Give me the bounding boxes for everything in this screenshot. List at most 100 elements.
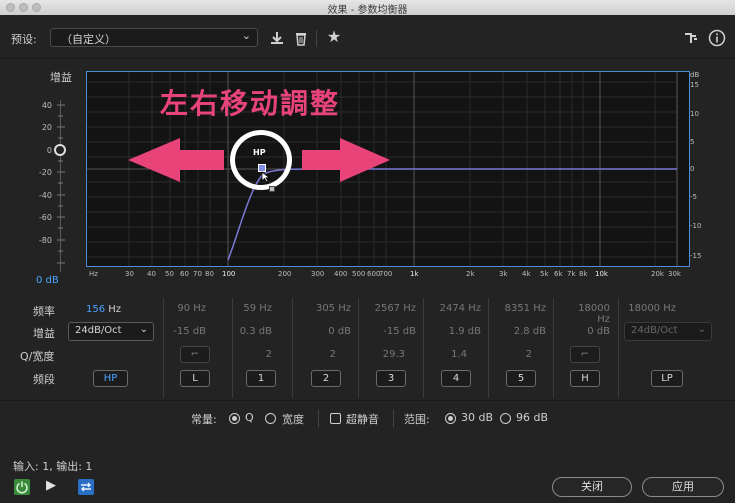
band-5-q[interactable]: 2 [486,349,532,360]
band-button-1[interactable]: 1 [246,370,276,387]
band-5-gain[interactable]: 2.8 dB [500,326,546,337]
range-30-radio[interactable] [445,413,456,424]
band-2-gain[interactable]: 0 dB [305,326,351,337]
trash-icon[interactable] [292,30,310,50]
band-5-freq[interactable]: 8351 Hz [500,303,546,314]
width-radio[interactable] [265,413,276,424]
band-3-q[interactable]: 29.3 [359,349,405,360]
band-4-gain[interactable]: 1.9 dB [435,326,481,337]
freq-tick: 3k [499,270,508,278]
hp-slope-dropdown[interactable]: 24dB/Oct ⌄ [68,322,154,341]
mouse-cursor-icon [261,171,271,183]
io-status: 输入: 1, 输出: 1 [13,460,93,473]
star-icon[interactable]: ★ [325,29,343,45]
freq-tick: 50 [165,270,174,278]
band-2-freq[interactable]: 305 Hz [305,303,351,314]
band-4-q[interactable]: 1.4 [421,349,467,360]
band-button-l[interactable]: L [180,370,210,387]
q-radio[interactable] [229,413,240,424]
loop-icon[interactable] [78,479,94,495]
band-row-label: 频段 [33,373,55,386]
chevron-down-icon: ⌄ [139,324,148,335]
band-1-q[interactable]: 2 [226,349,272,360]
power-icon[interactable] [14,479,30,495]
low-shelf-icon[interactable]: ⌐ [180,346,210,363]
hp-freq-unit: Hz [108,304,122,315]
freq-tick: 30 [125,270,134,278]
toolbar-bottom-divider [0,58,735,59]
freq-tick: 60 [180,270,189,278]
freq-tick: 8k [579,270,588,278]
lp-slope-dropdown[interactable]: 24dB/Oct ⌄ [624,322,712,341]
band-h-freq[interactable]: 18000 Hz [564,303,610,325]
gain-slider-knob[interactable] [54,144,66,156]
save-preset-icon[interactable] [268,30,286,50]
chevron-down-icon: ⌄ [241,29,251,42]
high-shelf-icon[interactable]: ⌐ [570,346,600,363]
freq-tick: 70 [193,270,202,278]
gain-tick: 0 [46,146,52,155]
range-30-label: 30 dB [461,411,494,424]
db-tick: 15 [690,81,699,89]
band-button-h[interactable]: H [570,370,600,387]
freq-tick: 20k [651,270,664,278]
band-button-hp[interactable]: HP [93,370,128,387]
preset-dropdown[interactable]: （自定义） ⌄ [50,28,258,47]
freq-tick: 2k [466,270,475,278]
gain-row-label: 增益 [33,327,55,340]
options-separator [318,410,319,427]
gain-slider-tickmarks [57,104,65,264]
band-button-4[interactable]: 4 [441,370,471,387]
freq-tick: 10k [595,270,608,278]
gain-slider-label: 增益 [50,71,72,84]
freq-tick: 7k [567,270,576,278]
freq-tick: 400 [334,270,348,278]
band-2-q[interactable]: 2 [290,349,336,360]
db-tick: -5 [690,193,697,201]
gain-tick: -60 [38,213,52,222]
range-label: 范围: [404,413,430,426]
play-icon[interactable]: ▶ [46,478,56,493]
freq-tick: 300 [311,270,325,278]
width-radio-label: 宽度 [282,413,304,426]
routing-icon[interactable] [683,30,699,50]
freq-tick: 700 [379,270,393,278]
db-tick: -10 [690,222,702,230]
hp-freq-field[interactable]: 156 Hz [86,304,121,315]
band-l-gain[interactable]: -15 dB [160,326,206,337]
band-3-gain[interactable]: -15 dB [370,326,416,337]
band-button-2[interactable]: 2 [311,370,341,387]
band-l-freq[interactable]: 90 Hz [160,303,206,314]
gain-tick: -20 [38,168,52,177]
preset-value: （自定义） [61,33,116,46]
freq-row-label: 频率 [33,305,55,318]
band-button-3[interactable]: 3 [376,370,406,387]
band-1-gain[interactable]: 0.3 dB [226,326,272,337]
freq-tick: 6k [554,270,563,278]
gain-slider-value: 0 dB [36,275,59,286]
options-divider [0,400,735,401]
freq-tick: 200 [278,270,292,278]
ultra-quiet-checkbox[interactable] [330,413,341,424]
apply-button[interactable]: 应用 [642,477,724,497]
db-tick: 10 [690,110,699,118]
column-divider [358,298,359,398]
chevron-down-icon: ⌄ [697,324,706,335]
band-1-freq[interactable]: 59 Hz [226,303,272,314]
band-button-5[interactable]: 5 [506,370,536,387]
band-4-freq[interactable]: 2474 Hz [435,303,481,314]
close-button[interactable]: 关闭 [552,477,632,497]
band-button-lp[interactable]: LP [651,370,683,387]
band-h-gain[interactable]: 0 dB [564,326,610,337]
freq-tick: 80 [205,270,214,278]
options-separator [393,410,394,427]
hp-node-label: HP [253,148,266,157]
lp-freq[interactable]: 18000 Hz [628,303,676,314]
arrow-right-icon [302,138,390,182]
freq-tick: 4k [522,270,531,278]
info-icon[interactable] [708,29,726,51]
range-96-radio[interactable] [500,413,511,424]
hp-q-handle[interactable] [269,186,275,192]
db-tick: 5 [690,138,695,146]
band-3-freq[interactable]: 2567 Hz [370,303,416,314]
